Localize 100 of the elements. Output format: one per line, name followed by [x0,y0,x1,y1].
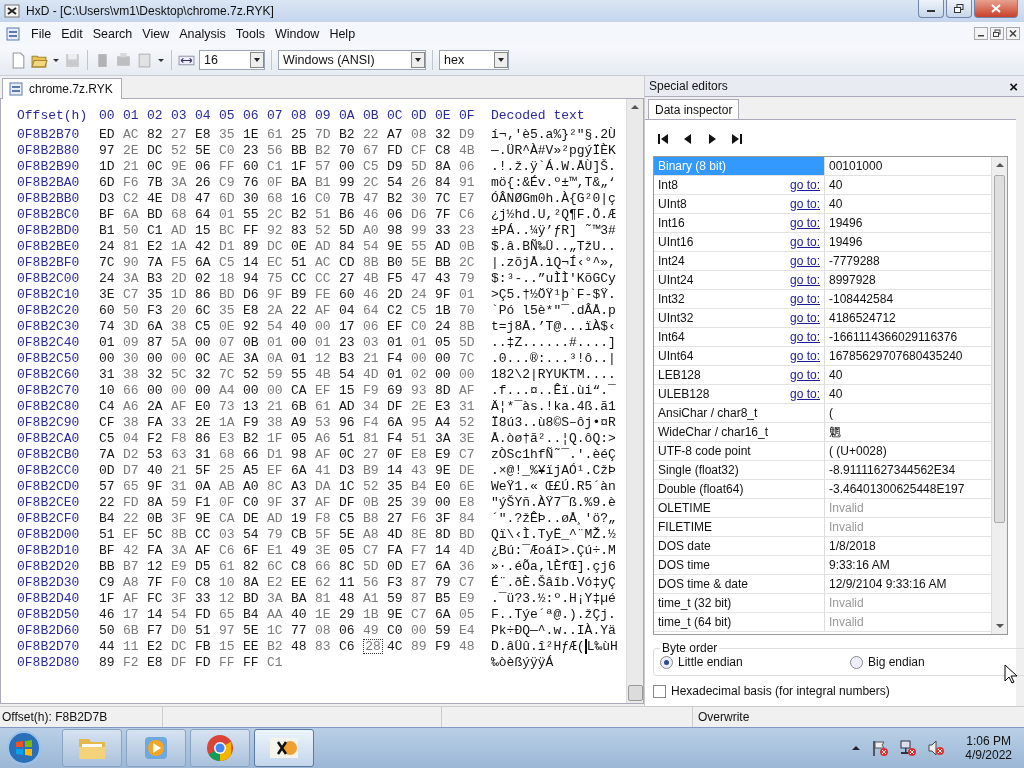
type-cell[interactable]: AnsiChar / char8_t [654,404,825,422]
folder-taskbar-button[interactable] [62,729,122,767]
type-cell[interactable]: DOS time & date [654,575,825,593]
column-header: 07 [267,107,284,123]
menu-item[interactable]: Analysis [174,26,231,41]
first-icon[interactable] [657,132,671,146]
type-cell[interactable]: DOS date [654,537,825,555]
hex-byte: BA [291,590,308,606]
radio-button[interactable] [850,655,863,669]
hex-byte: 05 [291,430,308,446]
close-button[interactable] [974,0,1018,18]
row-offset: 0F8B2D70 [17,638,81,654]
restore-icon[interactable] [990,27,1004,40]
type-cell[interactable]: Int24 go to: [654,252,825,270]
go-to-link[interactable]: go to: [789,254,820,268]
last-icon[interactable] [729,132,743,146]
type-cell[interactable]: ULEB128 go to: [654,385,825,403]
type-cell[interactable]: DOS time [654,556,825,574]
radio-label[interactable]: Little endian [678,655,743,669]
hex-byte: 6A [147,318,164,334]
type-cell[interactable]: Int64 go to: [654,328,825,346]
type-cell[interactable]: Double (float64) [654,480,825,498]
hex-byte: C5 [411,302,428,318]
type-cell[interactable]: UInt8 go to: [654,195,825,213]
hex-taskbar-button[interactable] [254,729,314,767]
type-cell[interactable]: UInt24 go to: [654,271,825,289]
type-cell[interactable]: Single (float32) [654,461,825,479]
minimize-button[interactable] [918,0,944,18]
go-to-link[interactable]: go to: [789,235,820,249]
type-cell[interactable]: Int16 go to: [654,214,825,232]
row-offset: 0F8B2BB0 [17,190,81,206]
checkbox-label[interactable]: Hexadecimal basis (for integral numbers) [671,684,890,698]
hex-byte: 69 [387,382,404,398]
clock-time[interactable]: 1:06 PM [966,734,1011,748]
hex-byte: C7 [363,542,380,558]
go-to-link[interactable]: go to: [789,330,820,344]
type-cell[interactable]: Int8 go to: [654,176,825,194]
menu-item[interactable]: Search [87,26,138,41]
hex-byte: 49 [363,622,380,638]
menu-item[interactable]: Tools [230,26,270,41]
clock-date[interactable]: 4/9/2022 [965,748,1012,762]
go-to-link[interactable]: go to: [789,349,820,363]
type-cell[interactable]: FILETIME [654,518,825,536]
type-cell[interactable]: LEB128 go to: [654,366,825,384]
decoded-text: ..‡Z......#....] [491,334,616,350]
type-cell[interactable]: OLETIME [654,499,825,517]
go-to-link[interactable]: go to: [789,387,820,401]
type-cell[interactable]: WideChar / char16_t [654,423,825,441]
menu-item[interactable]: File [26,26,57,41]
bytes-per-row-dropdown[interactable]: 16 [199,50,265,70]
type-cell[interactable]: Int32 go to: [654,290,825,308]
file-tab[interactable]: chrome.7z.RYK [2,78,122,99]
go-to-link[interactable]: go to: [789,216,820,230]
menu-item[interactable]: Edit [56,26,88,41]
restore-button[interactable] [946,0,972,18]
type-cell[interactable]: UInt16 go to: [654,233,825,251]
hex-byte: C0 [387,622,404,638]
base-dropdown[interactable]: hex [439,50,509,70]
flag-icon[interactable] [871,739,890,757]
show-hidden-icon[interactable] [851,743,862,753]
hex-byte: 4C [387,638,404,654]
caret-icon[interactable] [52,56,60,64]
hex-byte: 99 [339,174,356,190]
caret-icon[interactable] [157,56,165,64]
menu-item[interactable]: Window [269,26,325,41]
hex-byte: 52 [243,366,260,382]
close-icon[interactable] [1006,27,1020,40]
go-to-link[interactable]: go to: [789,311,820,325]
hex-byte: B4 [243,606,260,622]
menu-item[interactable]: Help [324,26,361,41]
hex-byte: 7F [147,574,164,590]
network-icon[interactable] [899,739,918,757]
hex-byte: F4 [387,350,404,366]
go-to-link[interactable]: go to: [789,368,820,382]
type-cell[interactable]: UTF-8 code point [654,442,825,460]
volume-muted-icon[interactable] [927,739,946,757]
menu-item[interactable]: View [137,26,175,41]
checkbox[interactable] [653,684,666,698]
type-cell[interactable]: UInt32 go to: [654,309,825,327]
hex-byte: 11 [339,574,356,590]
panel-close-button[interactable]: × [1007,77,1020,95]
radio-button[interactable] [660,655,673,669]
type-cell[interactable]: UInt64 go to: [654,347,825,365]
inspector-tab[interactable]: Data inspector [648,99,740,120]
type-cell[interactable]: time_t (64 bit) [654,613,825,631]
minimize-icon[interactable] [974,27,988,40]
radio-label[interactable]: Big endian [868,655,925,669]
charset-dropdown[interactable]: Windows (ANSI) [278,50,426,70]
go-to-link[interactable]: go to: [789,292,820,306]
hex-byte: BA [291,174,308,190]
hex-byte: BD [243,590,260,606]
hex-byte: 22 [363,126,380,142]
go-to-link[interactable]: go to: [789,273,820,287]
document-icon[interactable] [6,26,20,41]
start-button[interactable] [6,730,42,766]
column-header: 0A [339,107,356,123]
go-to-link[interactable]: go to: [789,178,820,192]
go-to-link[interactable]: go to: [789,197,820,211]
type-cell[interactable]: time_t (32 bit) [654,594,825,612]
hex-byte: 51 [99,526,116,542]
